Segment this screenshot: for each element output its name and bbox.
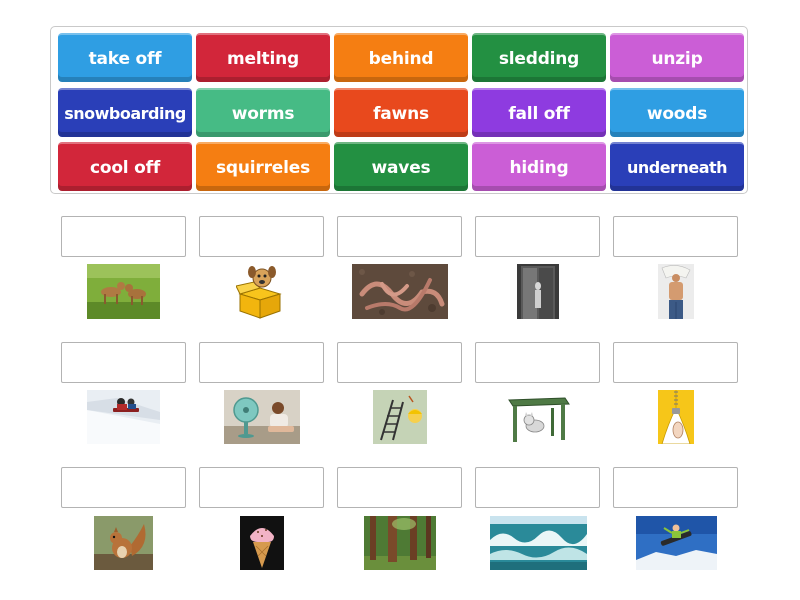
answer-slot[interactable] (61, 216, 186, 257)
worms-photo (352, 264, 448, 319)
answer-slot[interactable] (337, 467, 462, 508)
answer-slot[interactable] (61, 467, 186, 508)
answer-slot[interactable] (613, 216, 738, 257)
answer-slot[interactable] (61, 342, 186, 383)
answer-slot[interactable] (475, 216, 600, 257)
boy-taking-off-shirt-photo (658, 264, 694, 319)
sledding-photo (87, 390, 160, 444)
answer-slot[interactable] (337, 342, 462, 383)
word-tile[interactable]: underneath (610, 142, 744, 191)
word-tile[interactable]: melting (196, 33, 330, 82)
answer-slot[interactable] (199, 467, 324, 508)
word-tile[interactable]: woods (610, 88, 744, 137)
girl-by-fan-photo (224, 390, 300, 444)
answer-slot[interactable] (199, 342, 324, 383)
answer-slot[interactable] (613, 342, 738, 383)
word-tile[interactable]: sledding (472, 33, 606, 82)
dog-in-box-cartoon (236, 264, 284, 319)
answer-slot[interactable] (337, 216, 462, 257)
word-tile[interactable]: unzip (610, 33, 744, 82)
word-tile[interactable]: fall off (472, 88, 606, 137)
answer-slot[interactable] (475, 342, 600, 383)
word-tile[interactable]: waves (334, 142, 468, 191)
word-tile[interactable]: cool off (58, 142, 192, 191)
falling-off-ladder-cartoon (373, 390, 427, 444)
behind-door-photo (517, 264, 559, 319)
answer-slot[interactable] (199, 216, 324, 257)
word-tile[interactable]: squirreles (196, 142, 330, 191)
snowboarder-photo (636, 516, 717, 570)
fawns-photo (87, 264, 160, 319)
word-tile[interactable]: behind (334, 33, 468, 82)
ocean-waves-photo (490, 516, 587, 570)
answer-slot[interactable] (475, 467, 600, 508)
word-tile[interactable]: take off (58, 33, 192, 82)
answer-slot[interactable] (613, 467, 738, 508)
word-bank: take off melting behind sledding unzip s… (50, 26, 748, 194)
word-tile[interactable]: fawns (334, 88, 468, 137)
melting-ice-cream-photo (240, 516, 284, 570)
squirrel-photo (94, 516, 153, 570)
woods-forest-photo (364, 516, 436, 570)
word-tile[interactable]: hiding (472, 142, 606, 191)
word-tile[interactable]: worms (196, 88, 330, 137)
unzip-zipper-icon (658, 390, 694, 444)
cat-under-table-cartoon (507, 390, 571, 444)
word-tile[interactable]: snowboarding (58, 88, 192, 137)
